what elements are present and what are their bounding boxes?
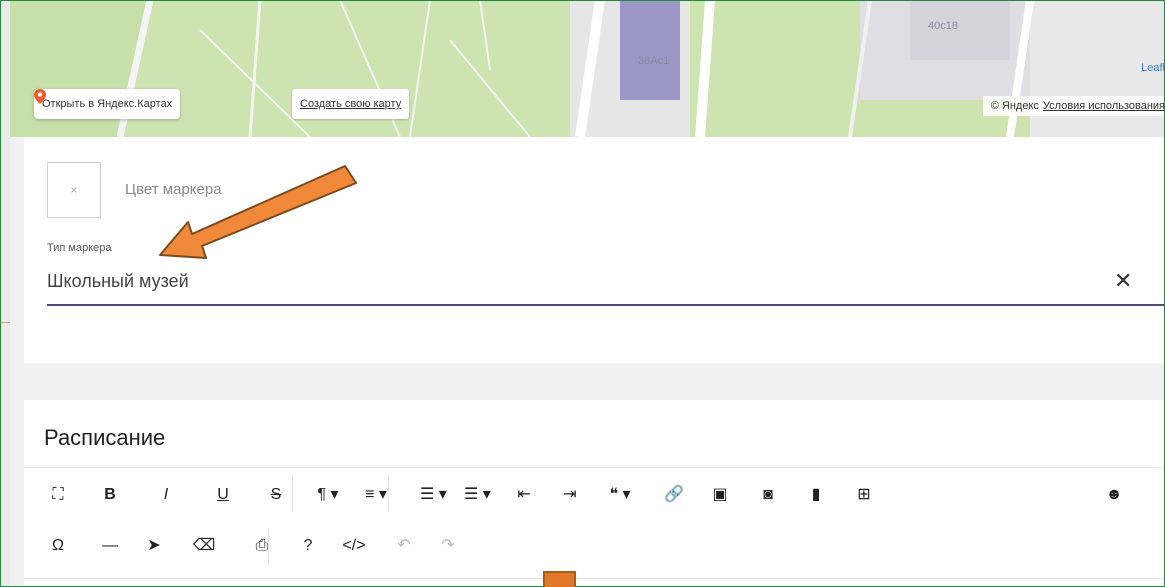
annotation-arrow-icon [159, 165, 357, 259]
